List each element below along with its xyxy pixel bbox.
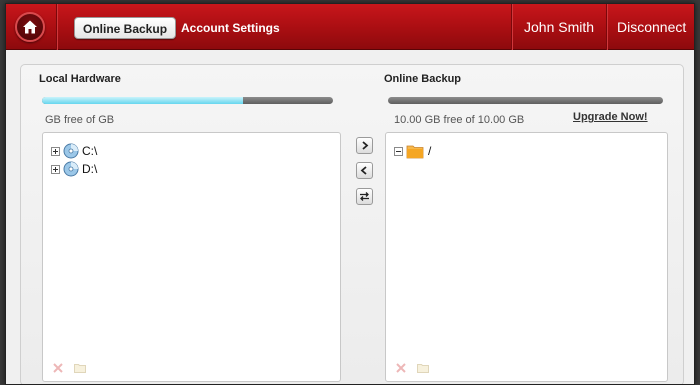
online-space-text: 10.00 GB free of 10.00 GB: [394, 114, 525, 126]
upgrade-now-link[interactable]: Upgrade Now!: [573, 111, 648, 123]
online-backup-title: Online Backup: [384, 73, 462, 85]
tree-node-root[interactable]: /: [394, 142, 431, 160]
new-folder-icon[interactable]: [416, 361, 430, 375]
home-button[interactable]: [15, 12, 45, 42]
backup-panel: Local Hardware GB free of GB C:\ D:\ Onl…: [20, 64, 684, 384]
drive-icon: [63, 161, 79, 177]
expand-icon[interactable]: [51, 164, 60, 174]
upload-button[interactable]: [356, 137, 373, 154]
local-usage-fill: [42, 97, 243, 104]
delete-icon[interactable]: [51, 361, 65, 375]
download-button[interactable]: [356, 162, 373, 179]
local-usage-bar: [42, 97, 333, 104]
divider: [511, 4, 512, 50]
user-name[interactable]: John Smith: [524, 19, 594, 35]
expand-icon[interactable]: [51, 146, 60, 156]
local-hardware-title: Local Hardware: [39, 73, 121, 85]
local-tree[interactable]: C:\ D:\: [42, 132, 341, 382]
tab-online-backup[interactable]: Online Backup: [74, 17, 177, 39]
local-space-text: GB free of GB: [45, 114, 115, 126]
divider: [606, 4, 607, 50]
collapse-icon[interactable]: [394, 146, 403, 156]
tree-node-label: C:\: [82, 144, 98, 158]
local-tree-toolbar: [51, 361, 87, 375]
disconnect-button[interactable]: Disconnect: [617, 19, 686, 35]
tree-node-drive-d[interactable]: D:\: [51, 160, 97, 178]
tab-account-settings[interactable]: Account Settings: [173, 17, 288, 39]
divider: [56, 4, 57, 50]
home-icon: [23, 20, 37, 34]
online-tree[interactable]: /: [385, 132, 668, 382]
online-usage-bar: [388, 97, 663, 104]
sync-icon: [360, 192, 369, 201]
top-navigation-bar: Online Backup Account Settings John Smit…: [6, 4, 694, 50]
online-tree-toolbar: [394, 361, 430, 375]
chevron-right-icon: [362, 141, 369, 150]
tree-node-drive-c[interactable]: C:\: [51, 142, 97, 160]
tree-node-label: D:\: [82, 162, 98, 176]
new-folder-icon[interactable]: [73, 361, 87, 375]
drive-icon: [63, 143, 79, 159]
sync-button[interactable]: [356, 188, 373, 205]
delete-icon[interactable]: [394, 361, 408, 375]
chevron-left-icon: [360, 166, 367, 175]
app-window: Online Backup Account Settings John Smit…: [5, 3, 695, 385]
folder-icon: [406, 145, 424, 158]
tree-node-label: /: [428, 144, 432, 158]
